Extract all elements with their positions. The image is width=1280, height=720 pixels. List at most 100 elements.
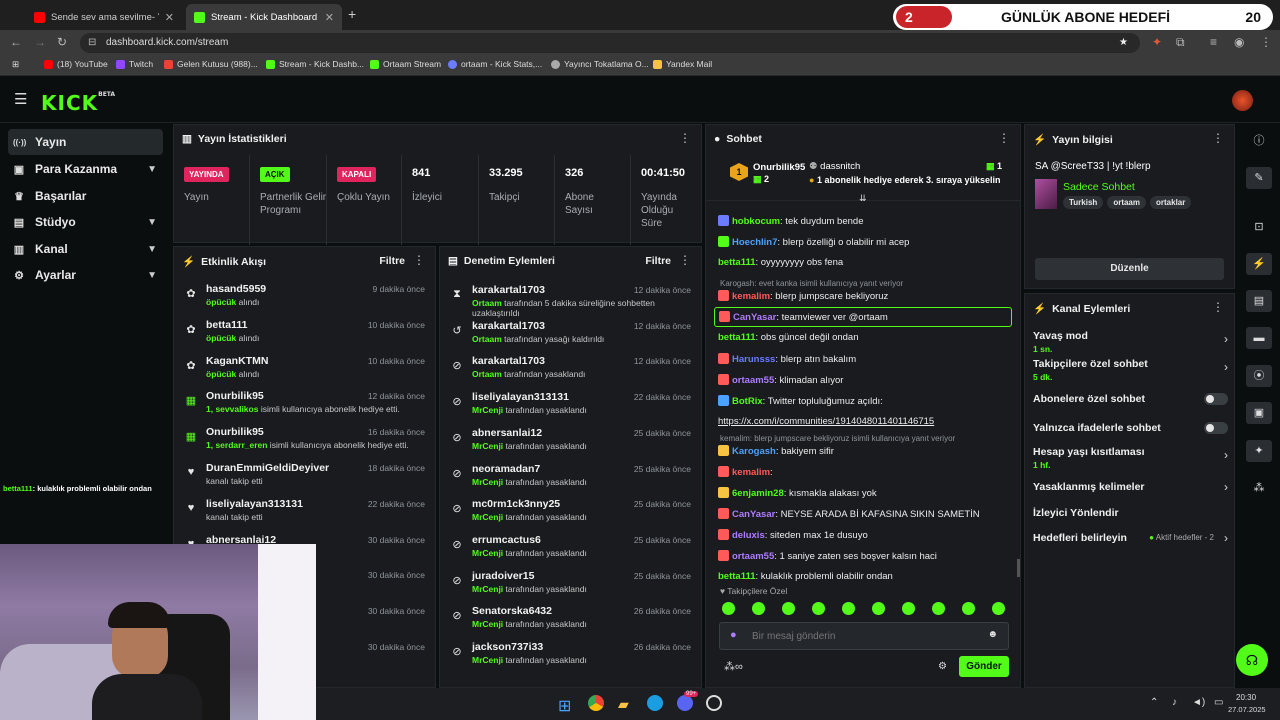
top-gifter-name[interactable]: Onurbilik95 [753,162,805,173]
activity-user[interactable]: hasand5959 [206,283,266,295]
bookmark-youtube[interactable]: (18) YouTube [44,59,108,69]
site-info-icon[interactable]: ⊟ [88,33,96,53]
chat-message[interactable]: Harunsss: blerp atın bakalım [718,353,856,365]
category-link[interactable]: Sadece Sohbet [1063,181,1135,193]
microphone-icon[interactable]: ● [730,629,737,641]
chat-message[interactable]: hobkocum: tek duydum bende [718,215,863,227]
toggle-switch[interactable] [1204,422,1228,434]
more-options-icon[interactable]: ⋮ [1212,300,1224,314]
file-explorer-icon[interactable]: ▰ [618,696,629,713]
moderation-row[interactable]: ⊘ abnersanlai12 MrCenji tarafından yasakla… [440,423,701,459]
apps-widget-icon[interactable]: ⁂ [1246,477,1272,499]
channel-points-icon[interactable]: ⁂∞ [724,660,743,673]
chrome-icon[interactable] [588,695,604,711]
chat-message[interactable]: ortaam55: klimadan alıyor [718,374,843,386]
windows-start-icon[interactable]: ⊞ [558,696,571,716]
browser-menu-icon[interactable]: ⋮ [1260,35,1272,49]
activity-user[interactable]: betta111 [206,319,247,331]
moderation-row[interactable]: ⊘ karakartal1703 Ortaam tarafından yasakla… [440,351,701,387]
chat-username[interactable]: kemalim [732,291,770,302]
user-avatar[interactable] [1232,90,1253,111]
activity-user[interactable]: Onurbilik95 [206,426,264,438]
sidebar-item-para-kazanma[interactable]: ▣ Para Kazanma ▼ [8,156,163,182]
channel-action-row[interactable]: Yasaklanmış kelimeler › [1033,480,1228,507]
hamburger-menu-icon[interactable]: ☰ [14,90,27,108]
info-icon[interactable]: ⓘ [1246,130,1272,152]
emote-icon[interactable] [872,602,885,615]
chevron-right-icon[interactable]: › [1224,360,1228,374]
moderation-row[interactable]: ⊘ Senatorska6432 MrCenji tarafından yasakl… [440,601,701,637]
moderated-user[interactable]: errumcactus6 [472,534,541,546]
extensions-puzzle-icon[interactable]: ⧉ [1176,35,1185,50]
chat-message[interactable]: Hoechlin7: blerp özelliği o olabilir mi … [718,236,909,248]
sidebar-item-kanal[interactable]: ▥ Kanal ▼ [8,236,163,262]
activity-row[interactable]: ▦ Onurbilik95 1, sevvalikos isimli kullanı… [174,386,435,422]
more-options-icon[interactable]: ⋮ [679,131,691,145]
chat-message[interactable]: kemalim: blerp jumpscare bekliyoruz [718,290,888,302]
chat-input-box[interactable]: ● ☻ [719,622,1009,650]
chat-message[interactable]: 6enjamin28: kısmakla alakası yok [718,487,877,499]
more-options-icon[interactable]: ⋮ [998,131,1010,145]
activity-row[interactable]: ▦ Onurbilik95 1, serdarr_eren isimli kulla… [174,422,435,458]
activity-row[interactable]: ✿ hasand5959 öpücük alındı 9 dakika önce [174,279,435,315]
activity-user[interactable]: liseliyalayan313131 [206,498,303,510]
chat-username[interactable]: Hoechlin7 [732,237,777,248]
profile-icon[interactable]: ◉ [1234,35,1244,49]
channel-action-row[interactable]: Hesap yaşı kısıtlaması 1 hf. › [1033,446,1228,472]
bookmark-slap[interactable]: Yayıncı Tokatlama O... [551,59,649,69]
chat-username[interactable]: betta111 [718,332,756,343]
chat-username[interactable]: Harunsss [732,354,775,365]
moderated-user[interactable]: juradoiver15 [472,570,534,582]
more-options-icon[interactable]: ⋮ [413,253,425,267]
sidebar-item-studyo[interactable]: ▤ Stüdyo ▼ [8,209,163,235]
chat-message[interactable]: ortaam55: 1 saniye zaten ses boşver kals… [718,550,937,562]
discord-icon[interactable] [677,695,693,711]
moderated-user[interactable]: karakartal1703 [472,355,545,367]
emote-icon[interactable] [842,602,855,615]
chat-username[interactable]: hobkocum [732,216,780,227]
activity-user[interactable]: Onurbilik95 [206,390,264,402]
tag-pill[interactable]: Turkish [1063,196,1104,209]
chat-message[interactable]: betta111: oyyyyyyyy obs fena [718,257,843,268]
bookmark-gmail[interactable]: Gelen Kutusu (988)... [164,59,258,69]
bookmark-yandex-mail[interactable]: Yandex Mail [653,59,712,69]
chat-message[interactable]: https://x.com/i/communities/191404801140… [718,416,934,427]
moderated-user[interactable]: jackson737i33 [472,641,543,653]
chat-username[interactable]: kemalim [732,467,770,478]
battery-icon[interactable]: ▭ [1214,697,1223,708]
new-tab-icon[interactable]: + [348,6,356,22]
clock-time[interactable]: 20:30 [1236,693,1256,702]
activity-user[interactable]: KaganKTMN [206,355,268,367]
channel-action-row[interactable]: İzleyici Yönlendir [1033,507,1228,533]
obs-icon[interactable] [706,695,722,711]
forward-icon[interactable]: → [34,35,46,49]
moderation-row[interactable]: ⊘ liseliyalayan313131 MrCenji tarafından y… [440,387,701,423]
sidebar-item-ayarlar[interactable]: ⚙ Ayarlar ▼ [8,262,163,288]
volume-icon[interactable]: ◄) [1192,697,1205,708]
more-options-icon[interactable]: ⋮ [1212,131,1224,145]
tag-pill[interactable]: ortaam [1107,196,1146,209]
support-chat-icon[interactable]: ☊ [1236,644,1268,676]
chat-username[interactable]: CanYasar [733,312,776,323]
tools-icon[interactable]: ✦ [1246,440,1272,462]
chevron-right-icon[interactable]: › [1224,531,1228,545]
browser-tab-kick[interactable]: Stream - Kick Dashboard ✕ [186,4,342,30]
chat-message[interactable]: CanYasar: teamviewer ver @ortaam [714,307,1012,327]
bookmark-kick-dashboard[interactable]: Stream - Kick Dashb... [266,59,364,69]
activity-row[interactable]: ✿ KaganKTMN öpücük alındı 10 dakika önce [174,351,435,387]
emote-icon[interactable] [902,602,915,615]
edge-icon[interactable] [647,695,663,711]
sidebar-item-yayin[interactable]: ((·)) Yayın [8,129,163,155]
chevron-right-icon[interactable]: › [1224,332,1228,346]
moderation-row[interactable]: ⊘ jackson737i33 MrCenji tarafından yasakla… [440,637,701,673]
close-tab-icon[interactable]: ✕ [165,11,174,24]
capture-icon[interactable]: ⊡ [1246,216,1272,238]
moderated-user[interactable]: Senatorska6432 [472,605,552,617]
chat-username[interactable]: CanYasar [732,509,775,520]
emote-icon[interactable] [722,602,735,615]
clock-date[interactable]: 27.07.2025 [1228,705,1266,714]
toggle-switch[interactable] [1204,393,1228,405]
chat-username[interactable]: Karogash [732,446,776,457]
chat-link[interactable]: https://x.com/i/communities/191404801140… [718,416,934,427]
moderation-row[interactable]: ⧗ karakartal1703 Ortaam tarafından 5 dakik… [440,280,701,318]
